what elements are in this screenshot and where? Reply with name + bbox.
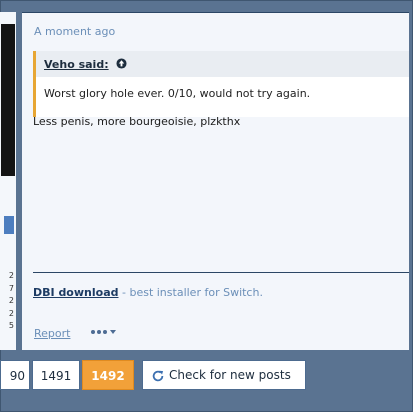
- quote-text: Worst glory hole ever. 0/10, would not t…: [44, 87, 311, 100]
- check-new-posts-label: Check for new posts: [169, 368, 291, 382]
- check-new-posts-button[interactable]: Check for new posts: [142, 360, 306, 390]
- current-page: 1492: [82, 360, 134, 390]
- avatar[interactable]: [1, 24, 15, 176]
- signature-text: - best installer for Switch.: [118, 286, 263, 299]
- user-badge: [4, 216, 14, 234]
- quote-block: Veho said: Worst glory hole ever. 0/10, …: [33, 51, 409, 117]
- user-stat: 5: [8, 321, 14, 330]
- arrow-up-circle-icon[interactable]: [116, 58, 127, 69]
- post-message: Less penis, more bourgeoisie, plzkthx: [33, 115, 241, 128]
- user-stat: 2: [8, 271, 14, 280]
- user-stat: 2: [8, 296, 14, 305]
- quote-author-link[interactable]: Veho said:: [44, 58, 109, 71]
- user-stats: 2 7 2 2 5: [0, 270, 14, 333]
- signature-divider: [33, 272, 409, 273]
- page-link[interactable]: 1491: [32, 360, 80, 390]
- signature-link[interactable]: DBI download: [33, 286, 119, 299]
- user-stat: 7: [8, 283, 14, 293]
- report-link[interactable]: Report: [34, 327, 70, 340]
- refresh-icon: [152, 370, 164, 382]
- signature: DBI download - best installer for Switch…: [33, 286, 263, 299]
- user-column: 2 7 2 2 5: [0, 12, 16, 350]
- post-body: A moment ago Veho said: Worst glory hole…: [22, 12, 409, 350]
- post-timestamp[interactable]: A moment ago: [34, 25, 115, 38]
- quote-header: Veho said:: [36, 51, 409, 77]
- ellipsis-dropdown-icon[interactable]: [90, 325, 120, 339]
- post-actions: Report: [34, 327, 116, 340]
- page-link[interactable]: 90: [0, 360, 30, 390]
- user-stat: 2: [8, 308, 14, 318]
